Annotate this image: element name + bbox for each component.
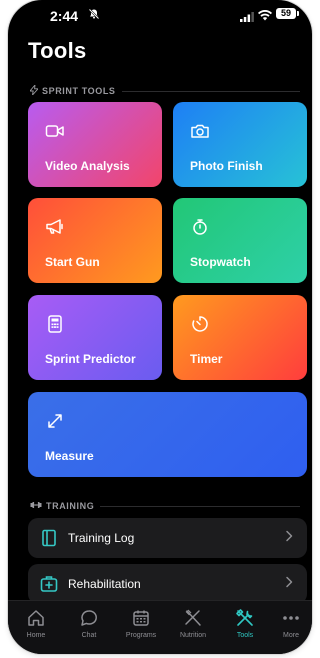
stopwatch-icon bbox=[190, 217, 210, 237]
tool-tile-video-analysis[interactable]: Video Analysis bbox=[28, 102, 162, 187]
tool-tile-stopwatch[interactable]: Stopwatch bbox=[173, 198, 307, 283]
tab-programs[interactable]: Programs bbox=[115, 607, 167, 639]
tab-more[interactable]: More bbox=[271, 607, 311, 639]
status-time: 2:44 bbox=[50, 8, 79, 24]
megaphone-icon bbox=[45, 217, 65, 237]
tab-label: More bbox=[283, 632, 299, 639]
chevron-right-icon bbox=[285, 576, 293, 591]
list-item-rehabilitation[interactable]: Rehabilitation bbox=[28, 564, 307, 604]
list-item-training-log[interactable]: Training Log bbox=[28, 518, 307, 558]
first-aid-icon bbox=[40, 574, 58, 594]
tile-label: Start Gun bbox=[45, 255, 100, 269]
page-title: Tools bbox=[28, 38, 87, 63]
section-header-training: TRAINING bbox=[30, 500, 300, 512]
tab-label: Home bbox=[26, 632, 46, 639]
tools-icon bbox=[219, 607, 271, 629]
video-icon bbox=[45, 121, 65, 141]
list-item-label: Rehabilitation bbox=[68, 577, 141, 591]
status-bar: 2:44 59 bbox=[8, 0, 312, 36]
dumbbell-icon bbox=[30, 501, 42, 511]
notebook-icon bbox=[40, 528, 58, 548]
lightning-icon bbox=[29, 83, 40, 97]
home-icon bbox=[10, 607, 62, 629]
section-label: TRAINING bbox=[46, 501, 95, 511]
resize-arrows-icon bbox=[45, 411, 65, 431]
list-item-label: Training Log bbox=[68, 531, 135, 545]
section-header-sprint-tools: SPRINT TOOLS bbox=[29, 83, 300, 97]
tab-nutrition[interactable]: Nutrition bbox=[167, 607, 219, 639]
phone-screen: 2:44 59 Tools SPRINT TOOLS Video Analysi… bbox=[8, 0, 312, 654]
tile-label: Timer bbox=[190, 352, 223, 366]
calculator-icon bbox=[45, 314, 65, 334]
tile-label: Sprint Predictor bbox=[45, 352, 136, 366]
chat-icon bbox=[63, 607, 115, 629]
tile-label: Stopwatch bbox=[190, 255, 251, 269]
silent-bell-icon bbox=[88, 8, 100, 23]
tile-label: Photo Finish bbox=[190, 159, 263, 173]
cellular-signal-icon bbox=[240, 9, 254, 27]
tool-tile-photo-finish[interactable]: Photo Finish bbox=[173, 102, 307, 187]
tab-bar: Home Chat Programs Nutrition Tools More bbox=[8, 600, 312, 654]
tool-tile-start-gun[interactable]: Start Gun bbox=[28, 198, 162, 283]
tab-label: Chat bbox=[81, 632, 97, 639]
calendar-icon bbox=[115, 607, 167, 629]
timer-icon bbox=[190, 314, 210, 334]
more-icon bbox=[271, 607, 311, 629]
section-label: SPRINT TOOLS bbox=[42, 86, 116, 96]
tool-tile-timer[interactable]: Timer bbox=[173, 295, 307, 380]
wifi-icon bbox=[258, 8, 272, 26]
tab-label: Tools bbox=[236, 632, 254, 639]
tab-chat[interactable]: Chat bbox=[63, 607, 115, 639]
section-divider bbox=[100, 505, 300, 507]
battery-indicator: 59 bbox=[276, 8, 299, 19]
utensils-icon bbox=[167, 607, 219, 629]
tool-tile-sprint-predictor[interactable]: Sprint Predictor bbox=[28, 295, 162, 380]
camera-icon bbox=[190, 121, 210, 141]
tab-label: Programs bbox=[125, 632, 157, 639]
tab-label: Nutrition bbox=[179, 632, 207, 639]
tile-label: Video Analysis bbox=[45, 159, 130, 173]
chevron-right-icon bbox=[285, 530, 293, 545]
tile-label: Measure bbox=[45, 449, 94, 463]
tab-home[interactable]: Home bbox=[10, 607, 62, 639]
tab-tools[interactable]: Tools bbox=[219, 607, 271, 639]
section-divider bbox=[121, 90, 300, 92]
tool-tile-measure[interactable]: Measure bbox=[28, 392, 307, 477]
